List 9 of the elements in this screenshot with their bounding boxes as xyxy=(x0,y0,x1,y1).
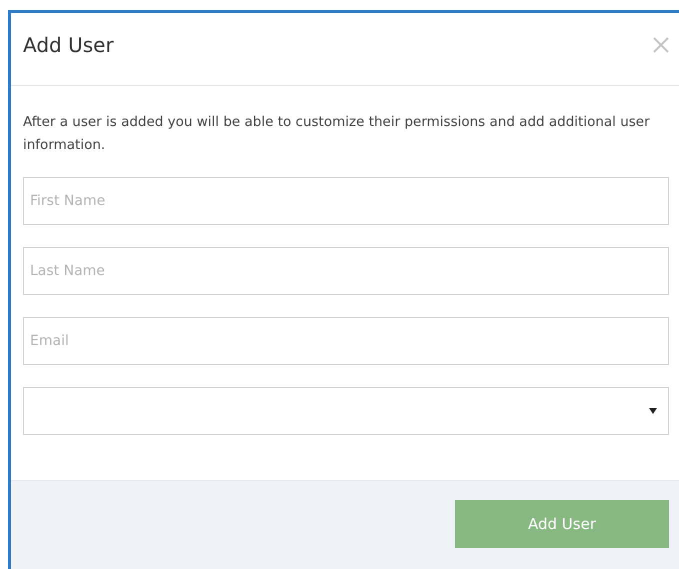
caret-icon xyxy=(649,408,657,414)
input-field[interactable]: Email xyxy=(23,317,669,365)
select-field[interactable] xyxy=(23,387,669,435)
input-field[interactable]: First Name xyxy=(23,177,669,225)
close-icon[interactable] xyxy=(653,37,669,53)
description-text: After a user is added you will be able to customize their permissions and add additional user information. xyxy=(23,113,651,155)
add-user-button[interactable]: Add User xyxy=(455,500,669,548)
input-field[interactable]: Last Name xyxy=(23,247,669,295)
dialog-title: Add User xyxy=(23,33,114,57)
